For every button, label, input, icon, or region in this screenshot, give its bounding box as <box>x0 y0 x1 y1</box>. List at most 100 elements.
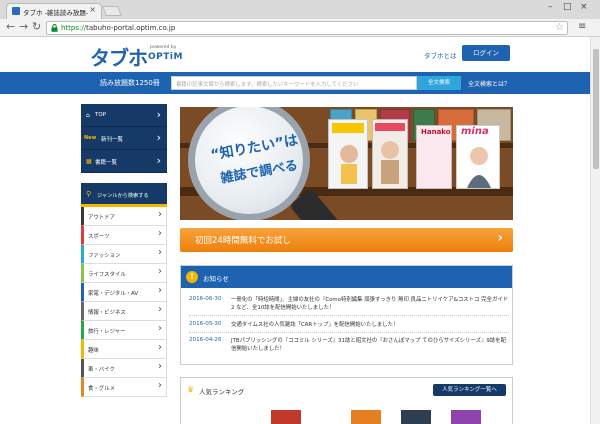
news-item[interactable]: 2016-05-30 交通タイムス社の人気雑誌「CARトップ」を配信開始いたしま… <box>189 321 509 333</box>
chevron-right-icon: › <box>158 323 162 334</box>
scrollbar-thumb[interactable] <box>593 49 599 169</box>
site-logo[interactable]: タブホ <box>90 42 148 71</box>
chevron-right-icon: › <box>158 247 162 258</box>
new-tab-button[interactable] <box>102 6 122 16</box>
search-bar: 読み放題数1250冊 書籍の記事文章から検索します。検索したいキーワードを入力し… <box>0 72 590 94</box>
url-text: https://tabuho-portal.optim.co.jp <box>61 24 176 32</box>
site-header: タブホ powered by OPTiM タブホとは ログイン <box>0 37 590 72</box>
genre-label: ファッション <box>88 253 121 259</box>
page-scrollbar[interactable] <box>590 37 600 424</box>
browser-menu-icon[interactable]: ≡ <box>578 21 586 32</box>
genre-item[interactable]: アウトドア › <box>81 207 167 226</box>
ranking-thumbnail[interactable] <box>271 410 301 424</box>
forward-arrow-icon[interactable]: → <box>19 20 28 33</box>
free-trial-button[interactable]: 初回24時間無料でお試し › <box>180 228 513 252</box>
news-item[interactable]: 2016-04-26 JTBパブリッシングの『ココミル シリーズ』31誌と昭文社… <box>189 337 509 357</box>
book-icon: ▦ <box>86 158 92 165</box>
browser-titlebar: タブホ -雑誌読み放題- × – □ × <box>0 0 600 19</box>
sidebar-item-books[interactable]: ▦ 書籍一覧 › <box>81 150 167 173</box>
minimize-icon[interactable]: – <box>548 2 553 12</box>
browser-toolbar: ← → ↻ https://tabuho-portal.optim.co.jp … <box>0 19 600 37</box>
sidebar-item-label: TOP <box>95 112 107 118</box>
free-trial-label: 初回24時間無料でお試し <box>195 236 291 246</box>
info-icon: i <box>186 271 198 283</box>
ranking-thumbnail[interactable] <box>351 410 381 424</box>
genre-item[interactable]: スポーツ › <box>81 226 167 245</box>
hero-banner[interactable]: Hanako mina “知りたい”は 雑誌で調べる <box>180 107 513 220</box>
genre-item[interactable]: 車・バイク › <box>81 359 167 378</box>
chevron-right-icon: › <box>497 230 503 246</box>
catalog-count: 読み放題数1250冊 <box>100 79 160 87</box>
genre-label: アウトドア <box>88 215 115 221</box>
genre-label: 食・グルメ <box>88 386 115 392</box>
search-input[interactable]: 書籍の記事文章から検索します。検索したいキーワードを入力してください <box>171 76 417 90</box>
magazine-title: Hanako <box>421 128 451 136</box>
tab-close-icon[interactable]: × <box>89 5 96 14</box>
magazine-cover <box>328 119 368 189</box>
ranking-list-button[interactable]: 人気ランキング一覧へ <box>433 384 506 396</box>
news-header: i お知らせ <box>181 266 512 288</box>
magazine-illustration <box>375 123 405 184</box>
magazine-illustration <box>332 123 364 184</box>
news-title: お知らせ <box>203 275 229 283</box>
genre-header: ⚲ ジャンルから検索する <box>81 183 167 207</box>
news-item[interactable]: 2016-06-30 一冊化の「時短時間」、主婦の友社の『Como特別編集 頑張… <box>189 296 509 316</box>
bookmark-star-icon[interactable]: ☆ <box>555 22 564 33</box>
magazine-cover: Hanako <box>416 125 452 189</box>
logo-brand: OPTiM <box>148 52 183 62</box>
ranking-thumbnail[interactable] <box>401 410 431 424</box>
genre-item[interactable]: 情報・ビジネス › <box>81 302 167 321</box>
genre-label: 車・バイク <box>88 367 115 373</box>
back-arrow-icon[interactable]: ← <box>6 20 15 33</box>
browser-tab[interactable]: タブホ -雑誌読み放題- × <box>6 3 102 19</box>
browser-window: タブホ -雑誌読み放題- × – □ × ← → ↻ https://tabuh… <box>0 0 600 424</box>
webpage: タブホ powered by OPTiM タブホとは ログイン 読み放題数125… <box>0 37 590 424</box>
crown-icon: ♛ <box>187 385 195 394</box>
search-placeholder: 書籍の記事文章から検索します。検索したいキーワードを入力してください <box>176 82 359 88</box>
house-icon: ⌂ <box>86 112 90 119</box>
sidebar: ⌂ TOP › New 新刊一覧 › ▦ 書籍一覧 › ⚲ ジャンルから検索する… <box>81 104 167 397</box>
chevron-right-icon: › <box>156 131 161 144</box>
reload-icon[interactable]: ↻ <box>32 20 41 33</box>
genre-item[interactable]: 旅行・レジャー › <box>81 321 167 340</box>
magazine-illustration <box>467 147 491 188</box>
genre-label: 旅行・レジャー <box>88 329 126 335</box>
sidebar-item-new[interactable]: New 新刊一覧 › <box>81 127 167 150</box>
genre-item[interactable]: ファッション › <box>81 245 167 264</box>
genre-item[interactable]: 食・グルメ › <box>81 378 167 397</box>
address-bar[interactable]: https://tabuho-portal.optim.co.jp ☆ <box>46 21 568 35</box>
genre-label: ライフスタイル <box>88 272 126 278</box>
chevron-right-icon: › <box>158 209 162 220</box>
chevron-right-icon: › <box>158 342 162 353</box>
chevron-right-icon: › <box>158 380 162 391</box>
window-close-icon[interactable]: × <box>580 2 588 12</box>
chevron-right-icon: › <box>158 266 162 277</box>
maximize-icon[interactable]: □ <box>563 2 572 12</box>
sidebar-item-label: 新刊一覧 <box>101 137 124 143</box>
genre-list: アウトドア › スポーツ › ファッション › ライフスタイル › 家電・デジタル・AV › 情報・… <box>81 207 167 397</box>
genre-item[interactable]: 家電・デジタル・AV › <box>81 283 167 302</box>
lock-icon <box>51 24 58 32</box>
chevron-right-icon: › <box>158 228 162 239</box>
genre-label: 趣味 <box>88 348 99 354</box>
about-link[interactable]: タブホとは <box>424 50 457 60</box>
news-text[interactable]: 交通タイムス社の人気雑誌「CARトップ」を配信開始いたしました！ <box>231 321 509 329</box>
genre-item[interactable]: ライフスタイル › <box>81 264 167 283</box>
fulltext-help-link[interactable]: 全文検索とは？ <box>468 79 510 88</box>
login-button[interactable]: ログイン <box>462 45 510 61</box>
magazine-cover: mina <box>456 125 500 189</box>
news-text[interactable]: 一冊化の「時短時間」、主婦の友社の『Como特別編集 頑張すっきり 無印 良品ニ… <box>231 296 509 312</box>
logo-powered-by: powered by <box>150 45 177 50</box>
ranking-thumbnail[interactable] <box>451 410 481 424</box>
chevron-right-icon: › <box>156 108 161 121</box>
news-date: 2016-05-30 <box>189 321 222 327</box>
fulltext-search-button[interactable]: 全文検索 <box>417 76 461 90</box>
genre-item[interactable]: 趣味 › <box>81 340 167 359</box>
search-icon: ⚲ <box>86 190 92 198</box>
news-panel: i お知らせ 2016-06-30 一冊化の「時短時間」、主婦の友社の『Como… <box>180 265 513 365</box>
genre-header-label: ジャンルから検索する <box>97 193 149 199</box>
news-text[interactable]: JTBパブリッシングの『ココミル シリーズ』31誌と昭文社の『おさんぽマップ て… <box>231 337 509 353</box>
sidebar-item-top[interactable]: ⌂ TOP › <box>81 104 167 127</box>
ranking-title: 人気ランキング <box>199 388 245 396</box>
magazine-cover <box>372 119 408 189</box>
